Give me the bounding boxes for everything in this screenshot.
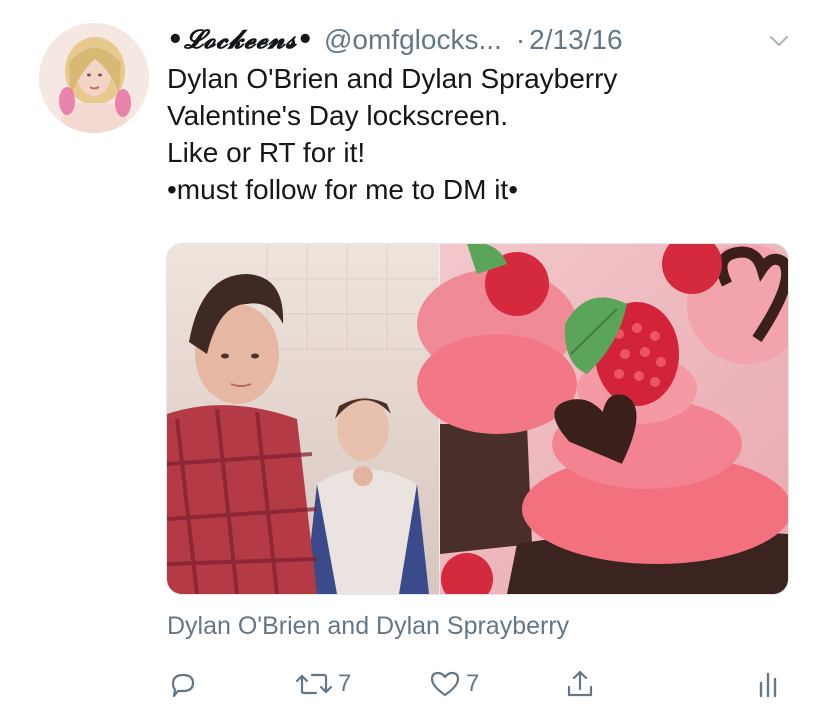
user-handle[interactable]: @omfglocks... <box>324 24 502 56</box>
tweet-text-line: Like or RT for it! <box>167 137 366 168</box>
reply-icon <box>166 667 200 701</box>
chevron-down-icon[interactable] <box>766 28 792 54</box>
tweet-text-line: Valentine's Day lockscreen. <box>167 100 508 131</box>
action-bar: 7 7 <box>0 660 828 710</box>
share-icon <box>563 667 597 701</box>
separator-dot: · <box>515 24 526 55</box>
analytics-button[interactable] <box>755 666 783 702</box>
tweet-date[interactable]: 2/13/16 <box>529 24 622 56</box>
tweet-header: •𝓛𝓸𝓬𝓴𝓮𝓮𝓷𝓼• @omfglocks... · 2/13/16 <box>167 20 807 60</box>
display-name[interactable]: •𝓛𝓸𝓬𝓴𝓮𝓮𝓷𝓼• <box>167 25 314 56</box>
analytics-icon <box>755 667 783 701</box>
tweet-text-line: Dylan O'Brien and Dylan Sprayberry <box>167 63 618 94</box>
share-button[interactable] <box>563 666 597 702</box>
retweet-count: 7 <box>338 670 352 697</box>
like-icon <box>428 667 462 701</box>
tweet-text: Dylan O'Brien and Dylan Sprayberry Valen… <box>167 60 787 208</box>
tweet-text-line: •must follow for me to DM it• <box>167 174 519 205</box>
tweet-media-image[interactable] <box>166 243 789 595</box>
retweet-icon <box>294 667 334 701</box>
like-button[interactable]: 7 <box>428 666 479 702</box>
tweet[interactable]: •𝓛𝓸𝓬𝓴𝓮𝓮𝓷𝓼• @omfglocks... · 2/13/16 Dylan… <box>0 0 828 717</box>
reply-button[interactable] <box>166 666 200 702</box>
media-caption: Dylan O'Brien and Dylan Sprayberry <box>167 612 570 640</box>
retweet-button[interactable]: 7 <box>294 666 351 702</box>
avatar[interactable] <box>39 23 149 133</box>
like-count: 7 <box>466 670 480 697</box>
